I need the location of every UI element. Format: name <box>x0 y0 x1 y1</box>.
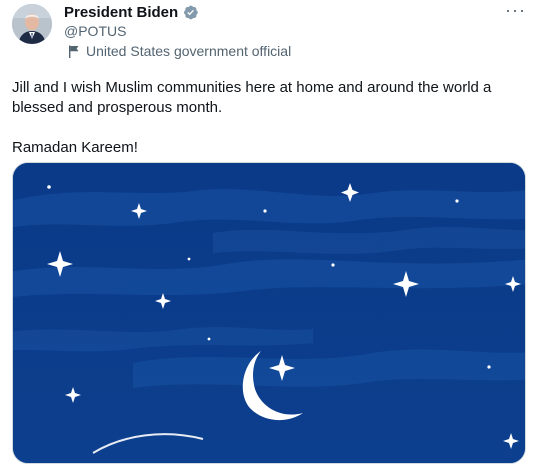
more-options-button[interactable]: ··· <box>505 0 526 21</box>
tweet-text-paragraph-1: Jill and I wish Muslim communities here … <box>12 79 492 116</box>
night-sky-crescent-moon-image <box>13 163 525 463</box>
author-name[interactable]: President Biden <box>64 4 178 21</box>
tweet-text-paragraph-2: Ramadan Kareem! <box>12 139 138 156</box>
author-name-row: President Biden <box>64 4 199 21</box>
author-handle[interactable]: @POTUS <box>64 23 126 39</box>
verified-badge-icon[interactable] <box>182 4 199 21</box>
avatar-photo <box>12 4 52 44</box>
flag-icon <box>69 45 79 58</box>
government-label-text: United States government official <box>86 43 292 59</box>
avatar[interactable] <box>12 4 52 44</box>
tweet-media-image[interactable] <box>12 162 526 464</box>
government-label: United States government official <box>68 43 291 59</box>
